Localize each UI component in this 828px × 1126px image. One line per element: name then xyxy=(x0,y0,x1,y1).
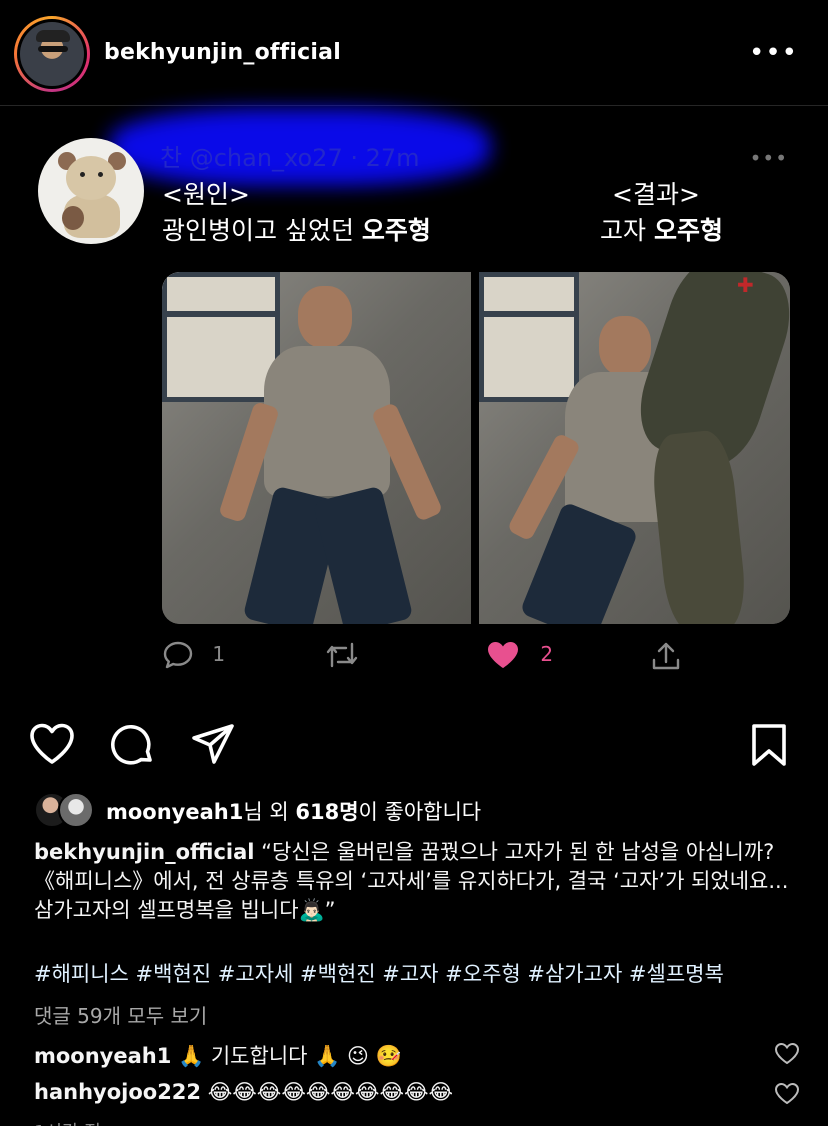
tweet-photo-right: ✚ xyxy=(479,272,790,624)
tweet-cause-label: <원인> xyxy=(162,180,250,209)
reply-count: 1 xyxy=(212,641,226,666)
more-options-icon[interactable]: ••• xyxy=(749,40,798,66)
bookmark-icon[interactable] xyxy=(750,722,788,772)
tweet-more-icon: ••• xyxy=(749,146,788,170)
comment-like-heart-icon[interactable] xyxy=(774,1082,800,1110)
tweet-retweet xyxy=(324,640,360,680)
tweet-handle: 찬 @chan_xo27 · 27m xyxy=(160,144,420,172)
comment-row: moonyeah1 🙏 기도합니다 🙏 😉 🤒 xyxy=(34,1040,794,1070)
caption-username[interactable]: bekhyunjin_official xyxy=(34,840,255,864)
caption-hashtags[interactable]: #해피니스 #백현진 #고자세 #백현진 #고자 #오주형 #삼가고자 #셀프명… xyxy=(34,958,814,988)
heart-filled-icon xyxy=(488,642,518,668)
post-caption: bekhyunjin_official “당신은 울버린을 꿈꿨으나 고자가 된… xyxy=(34,838,804,925)
send-icon[interactable] xyxy=(190,722,236,772)
post-timestamp: 1시간 전 xyxy=(34,1118,101,1126)
tweet-cause-text: 광인병이고 싶었던 오주형 xyxy=(162,216,431,245)
tweet-like: 2 xyxy=(486,640,553,680)
liker-avatar xyxy=(58,792,94,828)
profile-username[interactable]: bekhyunjin_official xyxy=(104,40,341,65)
comment-icon[interactable] xyxy=(110,722,156,772)
retweet-icon xyxy=(326,642,358,668)
tweet-reply: 1 xyxy=(162,640,225,680)
profile-avatar[interactable] xyxy=(14,16,90,92)
post-image: 찬 @chan_xo27 · 27m ••• <원인> 광인병이고 싶었던 오주… xyxy=(0,108,828,708)
post-action-bar xyxy=(0,708,828,778)
likes-summary[interactable]: moonyeah1님 외 618명이 좋아합니다 xyxy=(34,792,814,830)
comment-text: 🙏 기도합니다 🙏 😉 🤒 xyxy=(171,1044,402,1068)
comment-username[interactable]: moonyeah1 xyxy=(34,1044,171,1068)
tweet-share xyxy=(650,640,682,680)
share-icon xyxy=(652,642,680,670)
comment-text: 😂😂😂😂😂😂😂😂😂😂 xyxy=(201,1080,454,1104)
comment-like-heart-icon[interactable] xyxy=(774,1042,800,1070)
post-header: bekhyunjin_official ••• xyxy=(0,0,828,106)
like-heart-icon[interactable] xyxy=(28,722,76,770)
comment-username[interactable]: hanhyojoo222 xyxy=(34,1080,201,1104)
tweet-result-text: 고자 오주형 xyxy=(600,216,723,245)
reply-icon xyxy=(163,641,193,669)
comment-row: hanhyojoo222 😂😂😂😂😂😂😂😂😂😂 xyxy=(34,1080,794,1104)
like-count: 2 xyxy=(540,641,554,666)
tweet-result-label: <결과> xyxy=(612,180,700,209)
tweet-avatar xyxy=(38,138,144,244)
view-all-comments-link[interactable]: 댓글 59개 모두 보기 xyxy=(34,1000,207,1029)
likes-text: moonyeah1님 외 618명이 좋아합니다 xyxy=(106,800,482,824)
tweet-photo-left xyxy=(162,272,471,624)
